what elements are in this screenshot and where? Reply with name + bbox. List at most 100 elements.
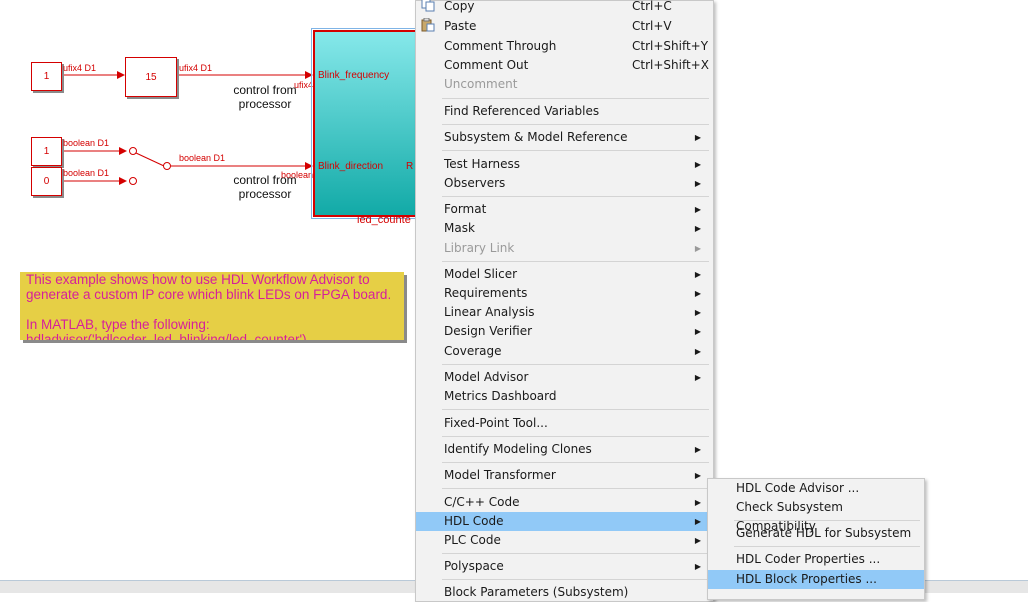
menu-item-label: Model Advisor	[444, 370, 529, 384]
submenu-arrow-icon: ▶	[694, 289, 701, 298]
menu-item-label: Fixed-Point Tool...	[444, 416, 548, 430]
menu-item-label: Test Harness	[444, 157, 521, 171]
menu-separator	[442, 579, 709, 580]
menu-item-shortcut: Ctrl+Shift+X	[632, 58, 709, 72]
menu-item-paste[interactable]: Paste Ctrl+V	[416, 17, 713, 36]
menu-item-mask[interactable]: Mask ▶	[416, 219, 713, 238]
menu-item-label: Find Referenced Variables	[444, 104, 600, 118]
menu-item-linear-analysis[interactable]: Linear Analysis ▶	[416, 303, 713, 322]
annotation-line: generate a custom IP core which blink LE…	[26, 287, 392, 302]
control-label-line: processor	[238, 187, 292, 201]
menu-item-library-link: Library Link ▶	[416, 239, 713, 258]
menu-item-model-advisor[interactable]: Model Advisor ▶	[416, 368, 713, 387]
submenu-arrow-icon: ▶	[694, 160, 701, 169]
menu-item-metrics-dashboard[interactable]: Metrics Dashboard	[416, 387, 713, 406]
menu-item-comment-out[interactable]: Comment Out Ctrl+Shift+X	[416, 56, 713, 75]
menu-item-observers[interactable]: Observers ▶	[416, 174, 713, 193]
menu-item-model-slicer[interactable]: Model Slicer ▶	[416, 265, 713, 284]
submenu-arrow-icon: ▶	[694, 498, 701, 507]
menu-item-copy[interactable]: Copy Ctrl+C	[416, 0, 713, 16]
submenu-arrow-icon: ▶	[694, 517, 701, 526]
menu-item-hdl-code[interactable]: HDL Code ▶	[416, 512, 713, 531]
menu-item-design-verifier[interactable]: Design Verifier ▶	[416, 322, 713, 341]
submenu-arrow-icon: ▶	[694, 179, 701, 188]
menu-item-label: Observers	[444, 176, 506, 190]
menu-separator	[442, 436, 709, 437]
menu-separator	[442, 364, 709, 365]
menu-item-plc-code[interactable]: PLC Code ▶	[416, 531, 713, 550]
port-blink-frequency: Blink_frequency	[318, 70, 390, 81]
menu-item-shortcut: Ctrl+Shift+Y	[632, 39, 709, 53]
menu-item-label: Paste	[444, 19, 477, 33]
copy-icon	[421, 0, 435, 12]
menu-item-shortcut: Ctrl+V	[632, 19, 672, 33]
control-label-line: control from	[233, 173, 297, 187]
subsystem-name: led_counte	[357, 214, 411, 226]
menu-item-block-parameters[interactable]: Block Parameters (Subsystem)	[416, 583, 713, 602]
signal-label: ufix4 D1	[179, 63, 213, 73]
menu-separator	[442, 488, 709, 489]
gain-block-15[interactable]: 15	[125, 57, 177, 97]
menu-item-label: Format	[444, 202, 487, 216]
submenu-arrow-icon: ▶	[694, 347, 701, 356]
menu-item-label: Comment Through	[444, 39, 557, 53]
menu-item-label: Polyspace	[444, 559, 504, 573]
menu-item-uncomment: Uncomment	[416, 75, 713, 94]
menu-item-check-subsystem-compatibility[interactable]: Check Subsystem Compatibility	[708, 498, 924, 533]
menu-item-hdl-coder-properties[interactable]: HDL Coder Properties ...	[708, 550, 924, 569]
submenu-arrow-icon: ▶	[694, 327, 701, 336]
submenu-arrow-icon: ▶	[694, 244, 701, 253]
menu-item-model-transformer[interactable]: Model Transformer ▶	[416, 466, 713, 485]
menu-item-label: HDL Code Advisor ...	[736, 481, 860, 495]
menu-item-test-harness[interactable]: Test Harness ▶	[416, 155, 713, 174]
submenu-arrow-icon: ▶	[694, 562, 701, 571]
menu-item-hdl-code-advisor[interactable]: HDL Code Advisor ...	[708, 479, 924, 498]
context-menu: Copy Ctrl+C Paste Ctrl+V Comment Through…	[415, 0, 714, 602]
signal-label: boolean D1	[63, 138, 110, 148]
menu-separator	[442, 261, 709, 262]
menu-item-label: Linear Analysis	[444, 305, 535, 319]
annotation-note[interactable]: This example shows how to use HDL Workfl…	[20, 272, 404, 340]
menu-item-hdl-block-properties[interactable]: HDL Block Properties ...	[708, 570, 924, 589]
menu-item-label: C/C++ Code	[444, 495, 520, 509]
menu-item-requirements[interactable]: Requirements ▶	[416, 284, 713, 303]
led-counter-subsystem[interactable]: Blink_frequency Blink_direction R	[311, 28, 429, 219]
menu-item-subsystem-model-reference[interactable]: Subsystem & Model Reference ▶	[416, 128, 713, 147]
constant-block-1[interactable]: 1	[31, 62, 62, 91]
annotation-line	[26, 302, 404, 317]
menu-item-label: HDL Code	[444, 514, 504, 528]
menu-separator	[442, 124, 709, 125]
control-label-line: control from	[233, 83, 297, 97]
menu-item-label: Identify Modeling Clones	[444, 442, 592, 456]
control-label: control from processor	[226, 83, 304, 111]
menu-item-identify-modeling-clones[interactable]: Identify Modeling Clones ▶	[416, 440, 713, 459]
submenu-arrow-icon: ▶	[694, 536, 701, 545]
menu-item-coverage[interactable]: Coverage ▶	[416, 342, 713, 361]
submenu-arrow-icon: ▶	[694, 308, 701, 317]
constant-block-bool-0[interactable]: 0	[31, 167, 62, 196]
menu-separator	[734, 520, 920, 521]
hdl-code-submenu: HDL Code Advisor ... Check Subsystem Com…	[707, 478, 925, 600]
menu-item-find-referenced-variables[interactable]: Find Referenced Variables	[416, 102, 713, 121]
constant-block-bool-1[interactable]: 1	[31, 137, 62, 166]
submenu-arrow-icon: ▶	[694, 471, 701, 480]
menu-item-label: Model Transformer	[444, 468, 556, 482]
menu-item-generate-hdl[interactable]: Generate HDL for Subsystem	[708, 524, 924, 543]
signal-label: boolean D1	[63, 168, 110, 178]
menu-item-label: Comment Out	[444, 58, 529, 72]
annotation-line: hdladvisor('hdlcoder_led_blinking/led_co…	[26, 332, 307, 340]
menu-item-comment-through[interactable]: Comment Through Ctrl+Shift+Y	[416, 37, 713, 56]
menu-item-label: Generate HDL for Subsystem	[736, 526, 912, 540]
menu-item-label: Design Verifier	[444, 324, 533, 338]
menu-item-c-cpp-code[interactable]: C/C++ Code ▶	[416, 493, 713, 512]
menu-item-shortcut: Ctrl+C	[632, 0, 672, 13]
signal-label: boolean D1	[179, 153, 226, 163]
annotation-line: In MATLAB, type the following:	[26, 317, 210, 332]
menu-item-label: Uncomment	[444, 77, 518, 91]
menu-item-fixed-point-tool[interactable]: Fixed-Point Tool...	[416, 414, 713, 433]
menu-item-polyspace[interactable]: Polyspace ▶	[416, 557, 713, 576]
menu-item-format[interactable]: Format ▶	[416, 200, 713, 219]
menu-separator	[442, 150, 709, 151]
menu-item-label: HDL Block Properties ...	[736, 572, 877, 586]
port-output: R	[406, 161, 414, 172]
